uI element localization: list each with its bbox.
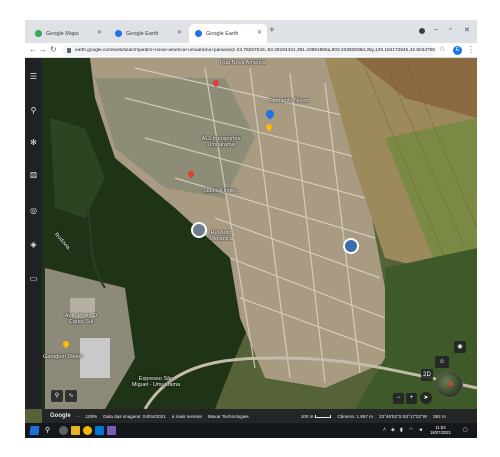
map-label-place[interactable]: Fermento Nosso bbox=[269, 98, 310, 104]
lock-icon[interactable] bbox=[67, 48, 71, 53]
tab-google-earth-1[interactable]: Google Earth ✕ bbox=[109, 24, 187, 43]
imagery-recent: a mais recente bbox=[171, 413, 202, 419]
search-icon[interactable]: ⚲ bbox=[29, 106, 38, 115]
tray-chevron-icon[interactable]: ˄ bbox=[383, 427, 386, 433]
place-photo-pin[interactable] bbox=[343, 238, 359, 254]
map-label-place[interactable]: Expresso São Miguel - Umuarama bbox=[125, 376, 187, 388]
chrome-icon[interactable] bbox=[83, 426, 92, 435]
toggle-2d-button[interactable]: 2D bbox=[421, 369, 433, 381]
clock-date: 18/07/2021 bbox=[430, 430, 451, 435]
map-label-place[interactable]: ALL transportes Umuarama bbox=[191, 136, 251, 148]
zoom-out-button[interactable]: − bbox=[393, 393, 404, 404]
satellite-imagery[interactable] bbox=[25, 58, 477, 423]
task-view-icon[interactable] bbox=[59, 426, 68, 435]
earth-sidebar: ☰ ⚲ ✻ ⚄ ◎ ◈ ▭ bbox=[25, 58, 42, 409]
map-label-place[interactable]: Auto Posto D Carao Sul bbox=[59, 313, 103, 325]
map-label-place[interactable]: Garagem Diesel bbox=[43, 354, 83, 360]
minimize-button[interactable]: – bbox=[434, 26, 438, 33]
projects-icon[interactable]: ◎ bbox=[29, 206, 38, 215]
map-label-place[interactable]: Rei Auto Mecanica bbox=[201, 230, 241, 242]
browser-menu-icon[interactable]: ⋮ bbox=[467, 45, 475, 54]
zoom-level: 100% bbox=[85, 413, 98, 419]
network-icon[interactable]: ◈ bbox=[391, 427, 395, 433]
store-icon[interactable] bbox=[95, 426, 104, 435]
voyager-icon[interactable]: ✻ bbox=[29, 138, 38, 147]
street-view-icon[interactable]: ⚲ bbox=[51, 390, 63, 402]
google-logo: Google bbox=[50, 413, 71, 419]
map-style-icon[interactable]: ◈ bbox=[29, 240, 38, 249]
close-window-button[interactable]: ✕ bbox=[464, 26, 470, 34]
imagery-date: Data das imagens: 04/04/2021 bbox=[103, 413, 166, 419]
bookmark-star-icon[interactable]: ☆ bbox=[439, 45, 445, 53]
file-explorer-icon[interactable] bbox=[71, 426, 80, 435]
tab-close-icon[interactable]: ✕ bbox=[97, 29, 102, 36]
measure-path-icon[interactable]: ∿ bbox=[65, 390, 77, 402]
url-text[interactable]: earth.google.com/web/search/jardim+nova+… bbox=[75, 48, 435, 53]
wifi-icon[interactable]: ◠ bbox=[409, 427, 413, 433]
reload-icon[interactable]: ↻ bbox=[50, 45, 57, 54]
notification-icon[interactable]: ▢ bbox=[463, 427, 468, 433]
profile-avatar[interactable]: E bbox=[453, 46, 462, 55]
compass-icon[interactable]: ➤ bbox=[420, 392, 432, 404]
menu-icon[interactable]: ☰ bbox=[29, 72, 38, 81]
zoom-in-button[interactable]: + bbox=[406, 393, 417, 404]
earth-favicon-icon bbox=[195, 30, 202, 37]
windows-taskbar: ⚲ ˄ ◈ ▮ ◠ ◄ 11:53 18/07/2021 ▢ bbox=[25, 423, 477, 438]
windows-start-icon[interactable] bbox=[29, 426, 40, 435]
elevation: 392 m bbox=[433, 413, 446, 419]
map-label-street[interactable]: Rua Nova America bbox=[220, 60, 266, 66]
tab-close-icon[interactable]: ✕ bbox=[177, 29, 182, 36]
feeling-lucky-icon[interactable]: ⚄ bbox=[29, 171, 38, 180]
tab-title: Google Earth bbox=[126, 30, 159, 37]
tab-close-icon[interactable]: ✕ bbox=[257, 29, 262, 36]
imagery-provider: Maxar Technologies bbox=[207, 413, 249, 419]
scale-bar bbox=[315, 414, 332, 418]
map-label-place[interactable]: Studio Kingel... bbox=[203, 188, 240, 194]
measure-icon[interactable]: ▭ bbox=[29, 274, 38, 283]
address-toolbar: ← → ↻ earth.google.com/web/search/jardim… bbox=[25, 43, 477, 58]
earth-status-bar: Google ◔ 100% Data das imagens: 04/04/20… bbox=[42, 409, 477, 423]
tab-title: Google Maps bbox=[46, 30, 79, 37]
tab-title: Google Earth bbox=[206, 30, 239, 37]
earth-favicon-icon bbox=[115, 30, 122, 37]
my-location-icon[interactable]: ◉ bbox=[454, 341, 466, 353]
tab-google-maps[interactable]: Google Maps ✕ bbox=[29, 24, 107, 43]
maps-favicon-icon bbox=[35, 30, 42, 37]
camera-altitude: Câmera: 1.857 m bbox=[337, 413, 373, 419]
person-icon[interactable]: ☺ bbox=[435, 356, 449, 368]
tray-clock[interactable]: 11:53 18/07/2021 bbox=[430, 425, 451, 435]
app-icon[interactable] bbox=[107, 426, 116, 435]
back-icon[interactable]: ← bbox=[29, 45, 37, 54]
search-icon[interactable]: ⚲ bbox=[45, 426, 54, 435]
battery-icon[interactable]: ▮ bbox=[400, 427, 403, 433]
loading-icon: ◔ bbox=[76, 413, 80, 419]
earth-map-view[interactable]: ☰ ⚲ ✻ ⚄ ◎ ◈ ▭ Rua Nova America Fermento … bbox=[25, 58, 477, 423]
browser-window: Google Maps ✕ Google Earth ✕ Google Eart… bbox=[25, 20, 477, 438]
address-bar[interactable]: earth.google.com/web/search/jardim+nova+… bbox=[63, 45, 435, 56]
scale-label: 100 m bbox=[300, 413, 314, 419]
location-marker-icon bbox=[449, 382, 453, 386]
tab-strip: Google Maps ✕ Google Earth ✕ Google Eart… bbox=[25, 20, 477, 43]
volume-icon[interactable]: ◄ bbox=[418, 427, 423, 433]
new-tab-button[interactable]: + bbox=[269, 25, 275, 36]
forward-icon[interactable]: → bbox=[39, 45, 47, 54]
profile-indicator-icon[interactable] bbox=[419, 28, 425, 34]
maximize-button[interactable]: ▫ bbox=[449, 26, 451, 33]
tab-google-earth-2[interactable]: Google Earth ✕ bbox=[189, 24, 267, 43]
coordinates: 23°46'52"S 53°17'22"W bbox=[378, 413, 428, 419]
